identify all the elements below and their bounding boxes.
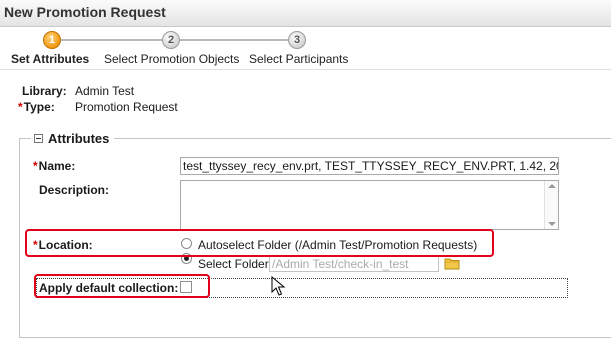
wizard-step-select-promotion-objects[interactable]: Select Promotion Objects (104, 52, 239, 66)
scroll-down-icon[interactable] (548, 222, 556, 226)
wizard-step-2-icon[interactable]: 2 (162, 31, 180, 49)
dialog-title-bar: New Promotion Request (0, 0, 611, 27)
attributes-section-title: Attributes (48, 131, 110, 146)
attributes-section-header[interactable]: Attributes (31, 131, 115, 146)
type-label: Type: (23, 100, 55, 114)
description-field[interactable] (180, 180, 559, 230)
select-folder-label[interactable]: Select Folder (198, 257, 269, 271)
wizard-connector-2 (180, 39, 288, 41)
wizard-step-3-icon[interactable]: 3 (288, 31, 306, 49)
select-folder-input[interactable]: /Admin Test/check-in_test (269, 256, 439, 272)
description-label: Description: (39, 183, 110, 197)
wizard-step-set-attributes[interactable]: Set Attributes (11, 52, 89, 66)
name-field[interactable]: test_ttyssey_recy_env.prt, TEST_TTYSSEY_… (180, 157, 559, 175)
required-marker: * (18, 100, 23, 114)
type-value: Promotion Request (75, 100, 178, 114)
header-divider (0, 69, 611, 70)
autoselect-folder-radio[interactable] (181, 238, 192, 249)
dialog-title: New Promotion Request (4, 4, 166, 20)
wizard-step-1-icon[interactable]: 1 (43, 31, 61, 49)
collapse-icon[interactable] (34, 134, 43, 143)
mouse-cursor-icon (271, 276, 285, 296)
required-marker: * (33, 238, 38, 252)
description-scrollbar[interactable] (544, 181, 558, 229)
apply-default-collection-checkbox[interactable] (180, 281, 192, 293)
type-label-row: *Type: (18, 100, 55, 114)
wizard-step-select-participants[interactable]: Select Participants (249, 52, 348, 66)
library-value: Admin Test (75, 84, 135, 98)
required-marker: * (33, 159, 38, 173)
select-folder-radio[interactable] (181, 253, 192, 264)
name-label-row: *Name: (33, 159, 75, 173)
autoselect-folder-label[interactable]: Autoselect Folder (/Admin Test/Promotion… (198, 238, 477, 252)
scroll-up-icon[interactable] (548, 184, 556, 188)
location-label: Location: (38, 238, 93, 252)
location-label-row: *Location: (33, 238, 93, 252)
wizard-connector-1 (52, 39, 162, 41)
name-label: Name: (38, 159, 76, 173)
folder-icon[interactable] (444, 256, 460, 270)
apply-default-collection-label: Apply default collection: (39, 281, 179, 295)
library-label: Library: (22, 84, 67, 98)
